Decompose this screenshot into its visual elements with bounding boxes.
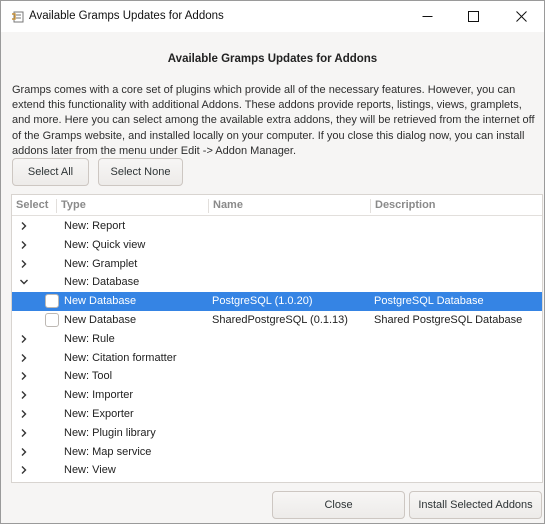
- row-type: New: Report: [64, 220, 126, 232]
- intro-text: Gramps comes with a core set of plugins …: [12, 84, 535, 157]
- chevron-right-icon[interactable]: [19, 447, 29, 457]
- window-title: Available Gramps Updates for Addons: [29, 10, 224, 22]
- chevron-right-icon[interactable]: [19, 371, 29, 381]
- title-bar[interactable]: Available Gramps Updates for Addons: [1, 1, 544, 32]
- column-header-select[interactable]: Select: [12, 199, 52, 213]
- gramps-app-icon: [12, 11, 24, 23]
- column-header-name[interactable]: Name: [208, 199, 370, 213]
- row-name: SharedPostgreSQL (0.1.13): [212, 314, 348, 326]
- chevron-right-icon[interactable]: [19, 334, 29, 344]
- row-description: Shared PostgreSQL Database: [374, 314, 523, 326]
- tree-row[interactable]: New: Exporter: [12, 405, 542, 424]
- tree-row[interactable]: New: Database: [12, 273, 542, 292]
- row-type: New: Database: [64, 276, 140, 289]
- chevron-right-icon[interactable]: [19, 259, 29, 269]
- chevron-down-icon[interactable]: [19, 277, 29, 287]
- row-type: New: View: [64, 464, 116, 477]
- row-type: New: Importer: [64, 389, 134, 402]
- close-icon: [515, 11, 527, 22]
- tree-row[interactable]: New: Plugin library: [12, 424, 542, 443]
- column-header-description[interactable]: Description: [370, 199, 542, 213]
- chevron-right-icon[interactable]: [19, 390, 29, 400]
- row-type: New: Tool: [64, 370, 113, 383]
- chevron-right-icon[interactable]: [19, 240, 29, 250]
- minimize-icon: [422, 16, 432, 17]
- tree-row[interactable]: New: Tool: [12, 367, 542, 386]
- dialog-heading: Available Gramps Updates for Addons: [167, 53, 378, 65]
- maximize-icon: [467, 11, 479, 22]
- row-type: New: Plugin library: [64, 426, 156, 439]
- install-selected-addons-button[interactable]: Install Selected Addons: [409, 491, 542, 519]
- select-all-button[interactable]: Select All: [12, 158, 89, 186]
- tree-row[interactable]: New: Rule: [12, 330, 542, 349]
- tree-row[interactable]: New: Report: [12, 217, 542, 236]
- row-type: New: Map service: [64, 445, 152, 458]
- tree-row[interactable]: New: Gramplet: [12, 255, 542, 274]
- row-type: New Database: [64, 295, 137, 308]
- row-type: New Database: [64, 314, 137, 326]
- tree-row[interactable]: New Database PostgreSQL (1.0.20) PostgreSQ…: [12, 292, 542, 312]
- tree-row[interactable]: New: Citation formatter: [12, 349, 542, 368]
- row-description: PostgreSQL Database: [374, 295, 484, 308]
- chevron-right-icon[interactable]: [19, 221, 29, 231]
- close-window-button[interactable]: [498, 1, 544, 32]
- chevron-right-icon[interactable]: [19, 353, 29, 363]
- chevron-right-icon[interactable]: [19, 428, 29, 438]
- tree-row[interactable]: New: Importer: [12, 386, 542, 405]
- tree-header: Select Type Name Description: [12, 195, 542, 216]
- tree-row[interactable]: New: Map service: [12, 443, 542, 462]
- chevron-right-icon[interactable]: [19, 409, 29, 419]
- addon-select-checkbox[interactable]: [45, 313, 59, 327]
- row-type: New: Citation formatter: [64, 351, 177, 364]
- addon-select-checkbox[interactable]: [45, 294, 59, 309]
- row-type: New: Exporter: [64, 408, 134, 420]
- tree-row[interactable]: New Database SharedPostgreSQL (0.1.13) Sha…: [12, 311, 542, 330]
- maximize-button[interactable]: [450, 1, 496, 32]
- select-none-button[interactable]: Select None: [98, 158, 183, 186]
- tree-row[interactable]: New: Quick view: [12, 236, 542, 255]
- close-button[interactable]: Close: [272, 491, 405, 519]
- row-name: PostgreSQL (1.0.20): [212, 295, 313, 308]
- row-type: New: Gramplet: [64, 257, 138, 270]
- tree-row[interactable]: New: View: [12, 461, 542, 480]
- addon-updates-dialog: Available Gramps Updates for Addons Avai…: [0, 0, 545, 524]
- row-type: New: Quick view: [64, 238, 146, 251]
- minimize-button[interactable]: [404, 1, 450, 32]
- column-header-type[interactable]: Type: [56, 199, 206, 213]
- row-type: New: Rule: [64, 332, 115, 345]
- chevron-right-icon[interactable]: [19, 465, 29, 475]
- addon-tree[interactable]: Select Type Name Description New: Report…: [11, 194, 543, 483]
